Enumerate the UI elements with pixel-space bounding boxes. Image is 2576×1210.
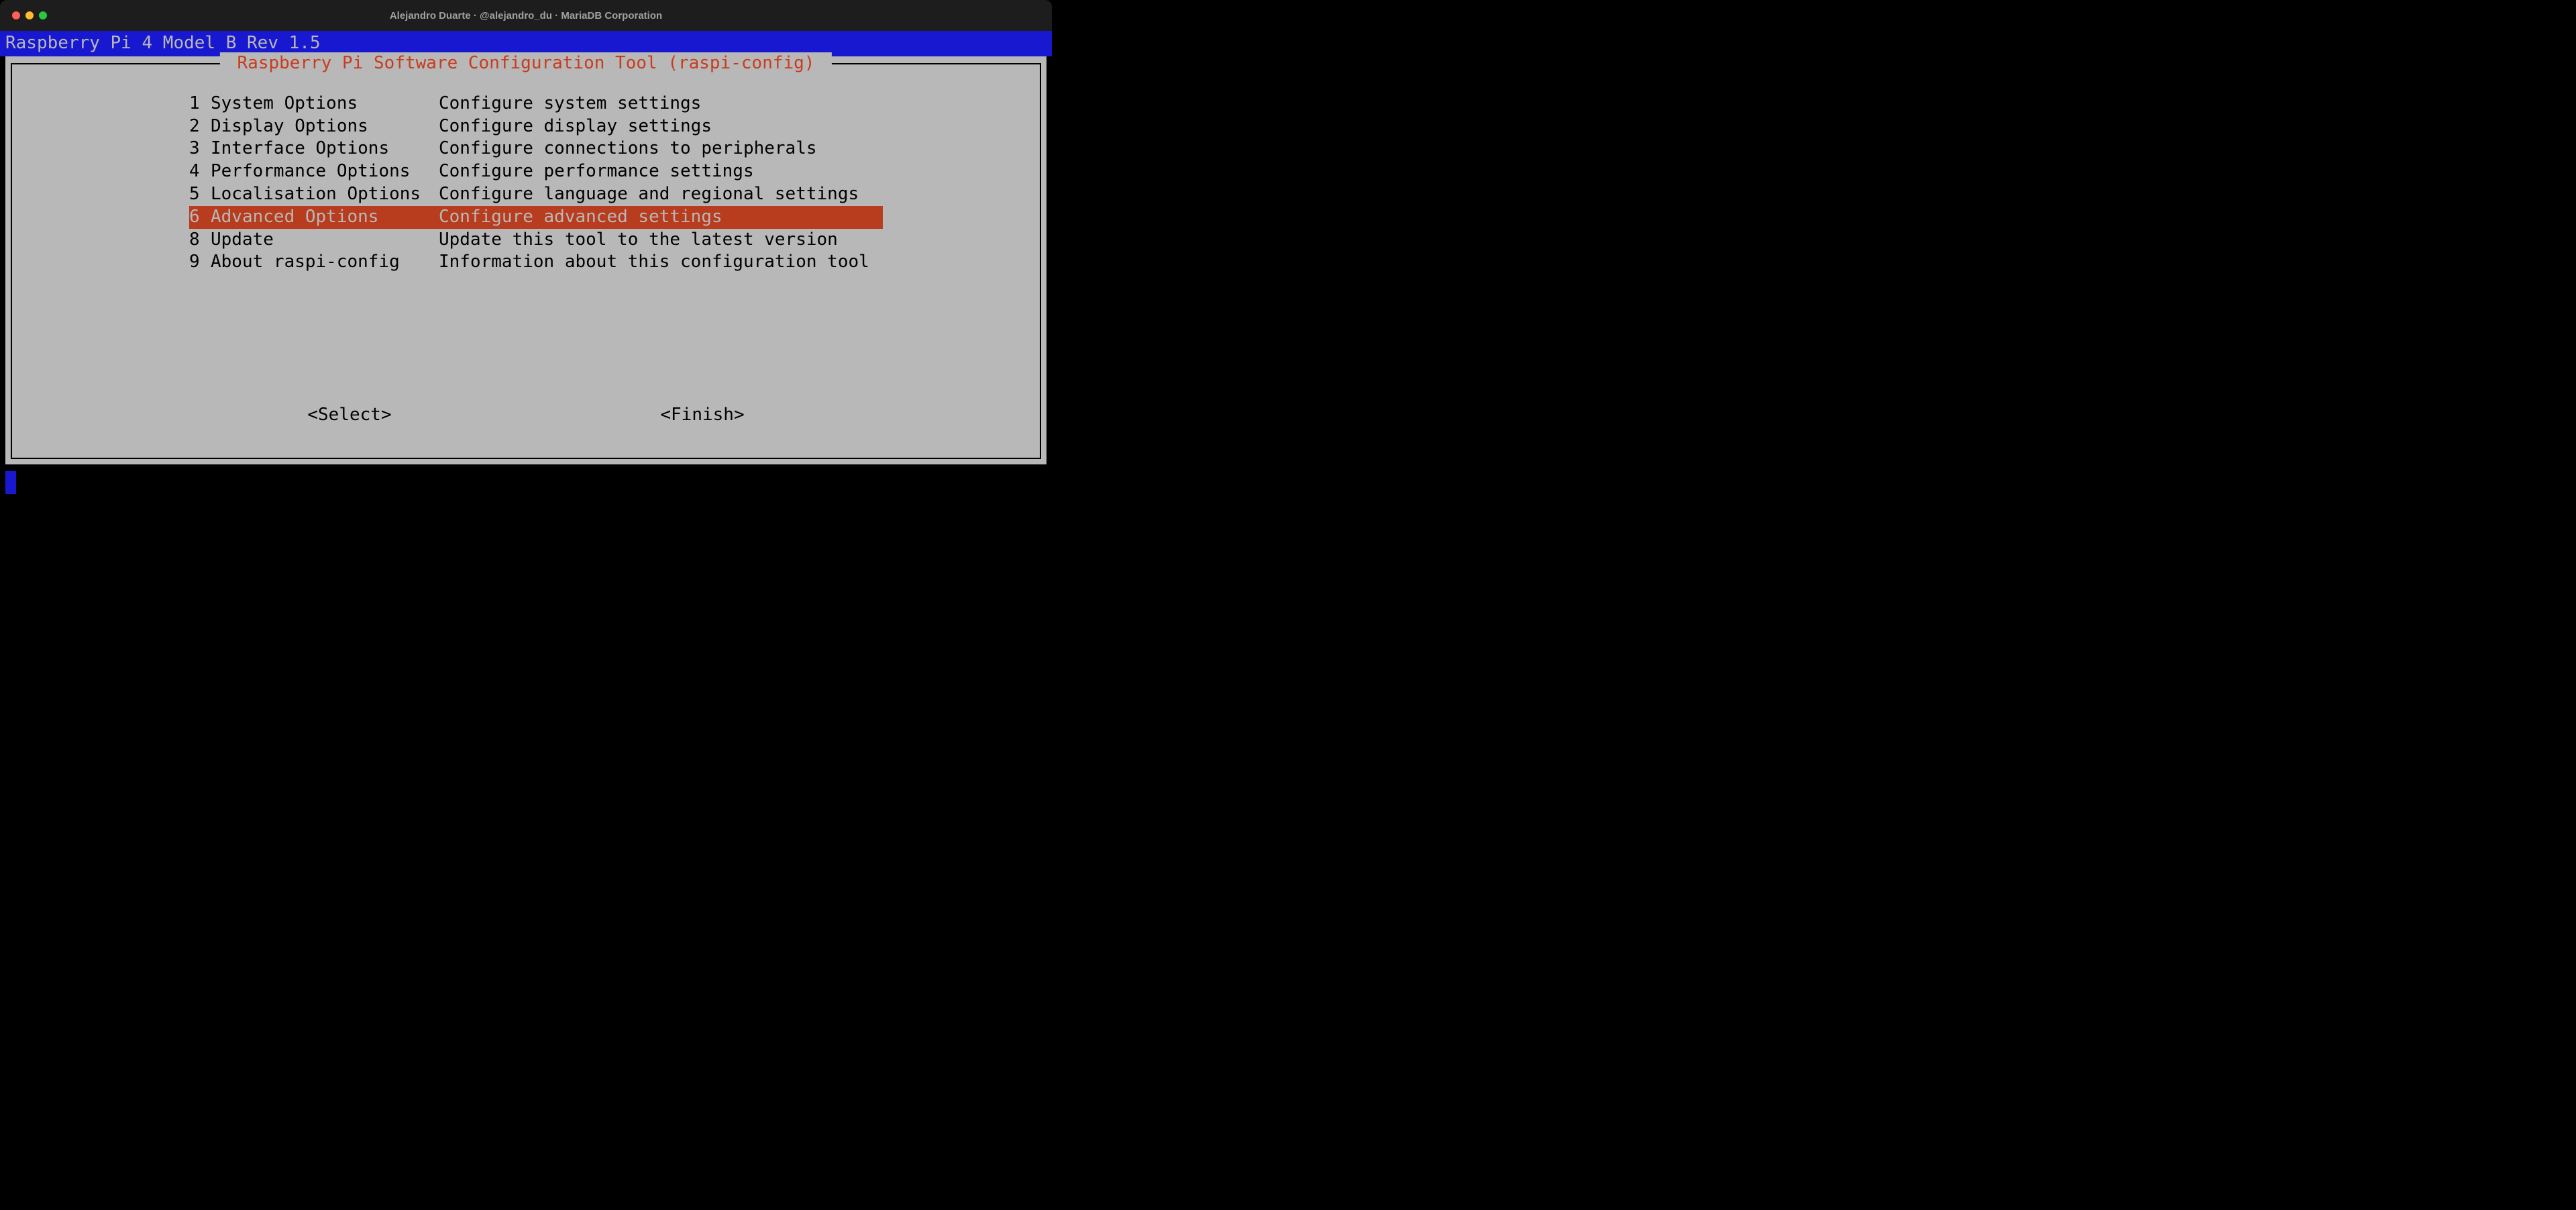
- menu-item-9[interactable]: 9 About raspi-config Information about t…: [189, 251, 883, 274]
- menu-item-label: Performance Options: [211, 160, 439, 183]
- menu-item-3[interactable]: 3 Interface Options Configure connection…: [189, 138, 883, 160]
- menu-item-1[interactable]: 1 System Options Configure system settin…: [189, 93, 883, 115]
- menu-item-number: 6: [189, 206, 211, 229]
- menu-item-8[interactable]: 8 Update Update this tool to the latest …: [189, 229, 883, 252]
- menu-item-5[interactable]: 5 Localisation Options Configure languag…: [189, 183, 883, 206]
- finish-button[interactable]: <Finish>: [660, 404, 744, 427]
- menu-list: 1 System Options Configure system settin…: [189, 93, 883, 274]
- dialog-background: Raspberry Pi Software Configuration Tool…: [5, 56, 1046, 464]
- menu-item-number: 5: [189, 183, 211, 206]
- menu-item-label: Display Options: [211, 115, 439, 138]
- terminal-window: Alejandro Duarte · @alejandro_du · Maria…: [0, 0, 1052, 494]
- menu-item-description: Information about this configuration too…: [439, 251, 883, 274]
- menu-item-description: Configure language and regional settings: [439, 183, 872, 206]
- menu-item-number: 4: [189, 160, 211, 183]
- window-title: Alejandro Duarte · @alejandro_du · Maria…: [390, 10, 662, 21]
- dialog-title: Raspberry Pi Software Configuration Tool…: [220, 52, 832, 75]
- menu-item-description: Configure display settings: [439, 115, 725, 138]
- menu-item-description: Configure connections to peripherals: [439, 138, 830, 160]
- menu-item-number: 3: [189, 138, 211, 160]
- maximize-icon[interactable]: [39, 11, 47, 19]
- close-icon[interactable]: [12, 11, 20, 19]
- menu-item-number: 1: [189, 93, 211, 115]
- menu-item-label: Advanced Options: [211, 206, 439, 229]
- menu-item-6[interactable]: 6 Advanced Options Configure advanced se…: [189, 206, 883, 229]
- menu-item-description: Configure performance settings: [439, 160, 767, 183]
- cursor-icon: [5, 471, 16, 494]
- select-button[interactable]: <Select>: [307, 404, 391, 427]
- menu-item-label: Interface Options: [211, 138, 439, 160]
- menu-item-label: Localisation Options: [211, 183, 439, 206]
- menu-item-description: Configure system settings: [439, 93, 714, 115]
- window-titlebar[interactable]: Alejandro Duarte · @alejandro_du · Maria…: [0, 0, 1052, 31]
- dialog-button-row: <Select> <Finish>: [12, 404, 1040, 427]
- menu-item-number: 2: [189, 115, 211, 138]
- menu-item-label: Update: [211, 229, 439, 252]
- menu-item-number: 8: [189, 229, 211, 252]
- menu-item-description: Configure advanced settings: [439, 206, 861, 229]
- menu-item-number: 9: [189, 251, 211, 274]
- menu-item-label: System Options: [211, 93, 439, 115]
- menu-item-description: Update this tool to the latest version: [439, 229, 851, 252]
- menu-item-4[interactable]: 4 Performance Options Configure performa…: [189, 160, 883, 183]
- raspi-config-dialog: Raspberry Pi Software Configuration Tool…: [11, 63, 1041, 459]
- terminal-body[interactable]: Raspberry Pi 4 Model B Rev 1.5 Raspberry…: [0, 31, 1052, 494]
- menu-item-label: About raspi-config: [211, 251, 439, 274]
- menu-item-2[interactable]: 2 Display Options Configure display sett…: [189, 115, 883, 138]
- traffic-lights: [12, 11, 47, 19]
- minimize-icon[interactable]: [25, 11, 34, 19]
